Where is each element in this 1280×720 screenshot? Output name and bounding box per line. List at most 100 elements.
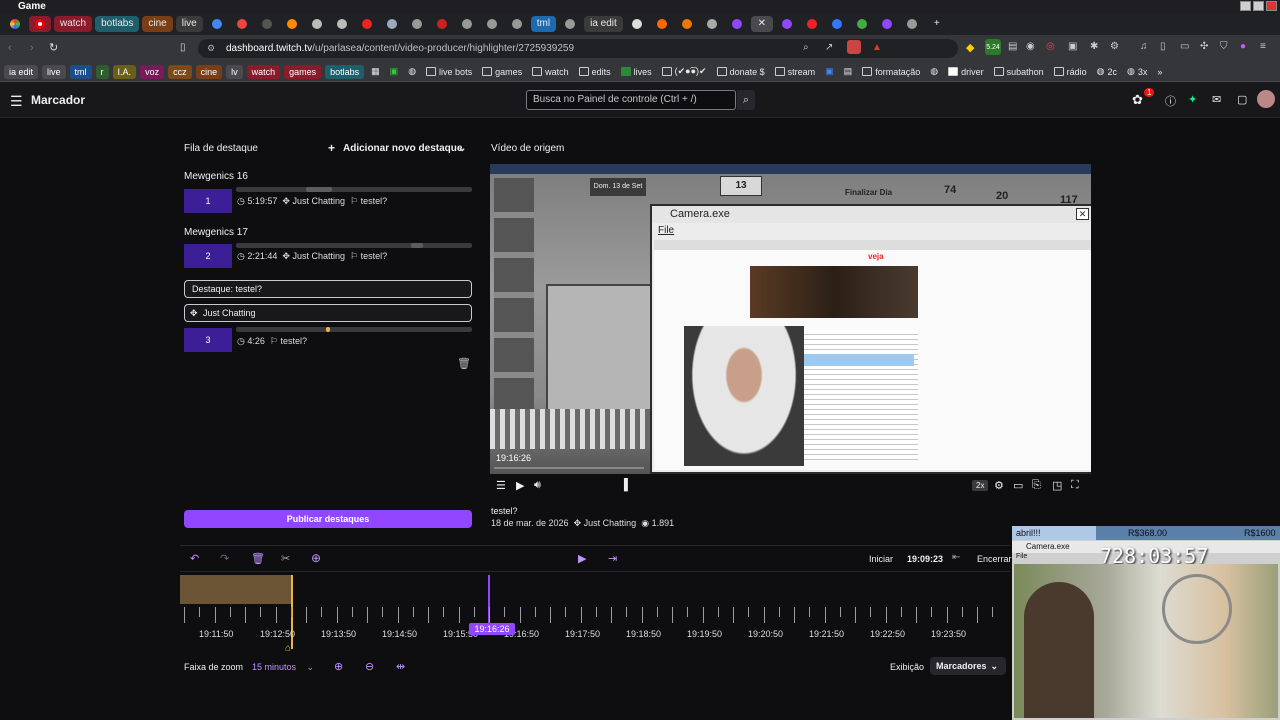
tab-google[interactable] xyxy=(206,16,228,32)
bookmark-stream[interactable]: stream xyxy=(772,67,819,77)
bookmark-chip-watch[interactable]: watch xyxy=(246,64,281,79)
tab-live[interactable]: live xyxy=(175,16,203,32)
tab-watch[interactable]: watch xyxy=(54,16,93,32)
bookmark-games[interactable]: games xyxy=(479,67,525,77)
bookmark-subathon[interactable]: subathon xyxy=(991,67,1047,77)
tab-botlabs[interactable]: botlabs xyxy=(95,16,140,32)
bookmark-doc-icon[interactable]: ▤ xyxy=(841,66,856,77)
delete-icon[interactable]: 🗑︎ xyxy=(251,552,265,565)
tab-generic[interactable] xyxy=(331,16,353,32)
bookmark-live-bots[interactable]: live bots xyxy=(423,67,475,77)
bookmark-green-icon[interactable]: ▣ xyxy=(387,66,402,77)
bookmark-chip-lv[interactable]: lv xyxy=(226,64,243,79)
play-button[interactable]: ▶ xyxy=(516,479,524,492)
bookmark-lives[interactable]: lives xyxy=(618,67,655,77)
profile-icon[interactable]: ● xyxy=(1240,41,1246,52)
search-icon[interactable]: ⌕ xyxy=(737,90,755,110)
chapters-icon[interactable]: ☰ xyxy=(496,479,506,492)
bookmark-emoticon[interactable]: (✔︎●͡●)✔︎ xyxy=(659,66,710,77)
bookmark-chip-voz[interactable]: voz xyxy=(140,64,165,79)
bookmark-driver[interactable]: driver xyxy=(945,67,987,77)
help-icon[interactable]: ⓘ xyxy=(1165,93,1176,109)
bookmark-chip-live[interactable]: live xyxy=(42,64,66,79)
waveform-icon[interactable]: ▐ xyxy=(620,479,628,491)
tab-red2[interactable] xyxy=(801,16,823,32)
bookmark-3x[interactable]: ◍ 3x xyxy=(1124,66,1150,77)
tab-arrow[interactable] xyxy=(381,16,403,32)
magic-icon[interactable]: ✦ xyxy=(1188,93,1197,106)
hamburger-menu-icon[interactable]: ☰ xyxy=(10,93,23,110)
new-tab-button[interactable]: + xyxy=(926,16,948,32)
zoom-range-select[interactable]: 15 minutos ⌄ xyxy=(252,662,314,673)
tab-grey5[interactable] xyxy=(701,16,723,32)
tab-chart[interactable] xyxy=(256,16,278,32)
bookmark-formatacao[interactable]: formatação xyxy=(859,67,923,77)
publish-highlights-button[interactable]: Publicar destaques xyxy=(184,510,472,528)
extension-icon-7[interactable]: ⚙ xyxy=(1110,41,1119,52)
inbox-icon[interactable]: ✉ xyxy=(1212,93,1221,106)
start-time-input[interactable]: 19:09:23 xyxy=(907,554,943,564)
search-input[interactable]: Busca no Painel de controle (Ctrl + /) xyxy=(526,90,736,110)
bookmark-chip-ia[interactable]: I.A. xyxy=(112,64,137,79)
extension-icon-5[interactable]: ▣ xyxy=(1068,41,1077,52)
bookmark-globe-icon[interactable]: ◍ xyxy=(405,66,419,77)
minimize-button[interactable] xyxy=(1240,1,1251,11)
extension-icon[interactable]: ◆ xyxy=(966,41,974,54)
tab-icon[interactable] xyxy=(4,16,26,32)
back-icon[interactable]: ‹ xyxy=(8,42,12,54)
tab-opera[interactable] xyxy=(306,16,328,32)
bookmark-chip-ccz[interactable]: ccz xyxy=(168,64,192,79)
close-button[interactable] xyxy=(1266,1,1277,11)
tab-tml[interactable]: tml xyxy=(530,16,557,32)
settings-gear-icon[interactable]: ⚙ xyxy=(994,479,1004,492)
video-progress[interactable] xyxy=(494,467,644,469)
site-info-icon[interactable]: ⚙ xyxy=(207,43,215,54)
tab-blue[interactable] xyxy=(826,16,848,32)
bookmark-globe-icon-2[interactable]: ◍ xyxy=(927,66,941,77)
bookmark-2c[interactable]: ◍ 2c xyxy=(1094,66,1120,77)
volume-icon[interactable]: 🔊︎ xyxy=(534,479,541,492)
playback-speed-button[interactable]: 2x xyxy=(972,480,989,491)
tab-active-close[interactable]: ✕ xyxy=(750,16,773,32)
extension-icon-6[interactable]: ✱ xyxy=(1090,41,1098,52)
extension-icon-2[interactable]: ▤ xyxy=(1008,41,1017,52)
video-player[interactable]: Dom. 13 de Set 13 Finalizar Dia 74 20 11… xyxy=(490,164,1091,474)
tab-google2[interactable] xyxy=(851,16,873,32)
popout-icon[interactable]: ◳ xyxy=(1052,479,1062,492)
bookmark-chip-r[interactable]: r xyxy=(95,64,109,79)
bookmark-edits[interactable]: edits xyxy=(576,67,614,77)
bookmark-chip-games[interactable]: games xyxy=(284,64,322,79)
tab-red[interactable] xyxy=(431,16,453,32)
extension-icon-4[interactable]: ◎ xyxy=(1046,41,1055,52)
media-icon[interactable]: ♫ xyxy=(1140,41,1148,52)
theater-mode-icon[interactable]: ▭ xyxy=(1013,479,1023,492)
extension-icon-3[interactable]: ◉ xyxy=(1026,41,1035,52)
notifications-icon[interactable]: ✿ xyxy=(1132,92,1143,108)
tab-twitch3[interactable] xyxy=(876,16,898,32)
apps-grid-icon[interactable]: ▦ xyxy=(368,66,383,77)
maximize-button[interactable] xyxy=(1253,1,1264,11)
bookmark-chip-tml[interactable]: tml xyxy=(69,64,92,79)
bookmark-blue-icon[interactable]: ▣ xyxy=(822,66,837,77)
bookmark-donate[interactable]: donate $ xyxy=(714,67,768,77)
add-highlight-button[interactable]: + Adicionar novo destaque ⌄ xyxy=(322,140,472,158)
brave-shield-icon[interactable] xyxy=(847,40,861,54)
set-start-icon[interactable]: ⇤ xyxy=(952,552,960,563)
extensions-puzzle-icon[interactable]: ✣ xyxy=(1200,41,1208,52)
bookmarks-overflow-icon[interactable]: » xyxy=(1154,67,1165,77)
forward-icon[interactable]: › xyxy=(30,42,34,54)
segment-handle-icon[interactable]: ⌂ xyxy=(285,643,291,654)
zoom-icon[interactable]: ⌕ xyxy=(803,42,809,53)
tab-twitch[interactable] xyxy=(726,16,748,32)
bookmark-icon[interactable]: ▯ xyxy=(180,42,186,53)
url-field[interactable]: dashboard.twitch.tv/u/parlasea/content/v… xyxy=(198,39,958,58)
bookmark-radio[interactable]: rádio xyxy=(1051,67,1090,77)
rewards-icon[interactable]: ▲ xyxy=(872,42,882,53)
highlight-category-input[interactable]: ✥ Just Chatting xyxy=(184,304,472,322)
redo-icon[interactable]: ↷ xyxy=(220,552,229,565)
tab-grey2[interactable] xyxy=(481,16,503,32)
timeline[interactable]: ⌂ 19:11:50 19:12:50 19:13:50 19:14:50 19:15:… xyxy=(180,572,1010,654)
tab-tiktok[interactable] xyxy=(626,16,648,32)
sidebar-icon[interactable]: ▭ xyxy=(1180,41,1189,52)
highlight-segment[interactable] xyxy=(180,575,292,604)
